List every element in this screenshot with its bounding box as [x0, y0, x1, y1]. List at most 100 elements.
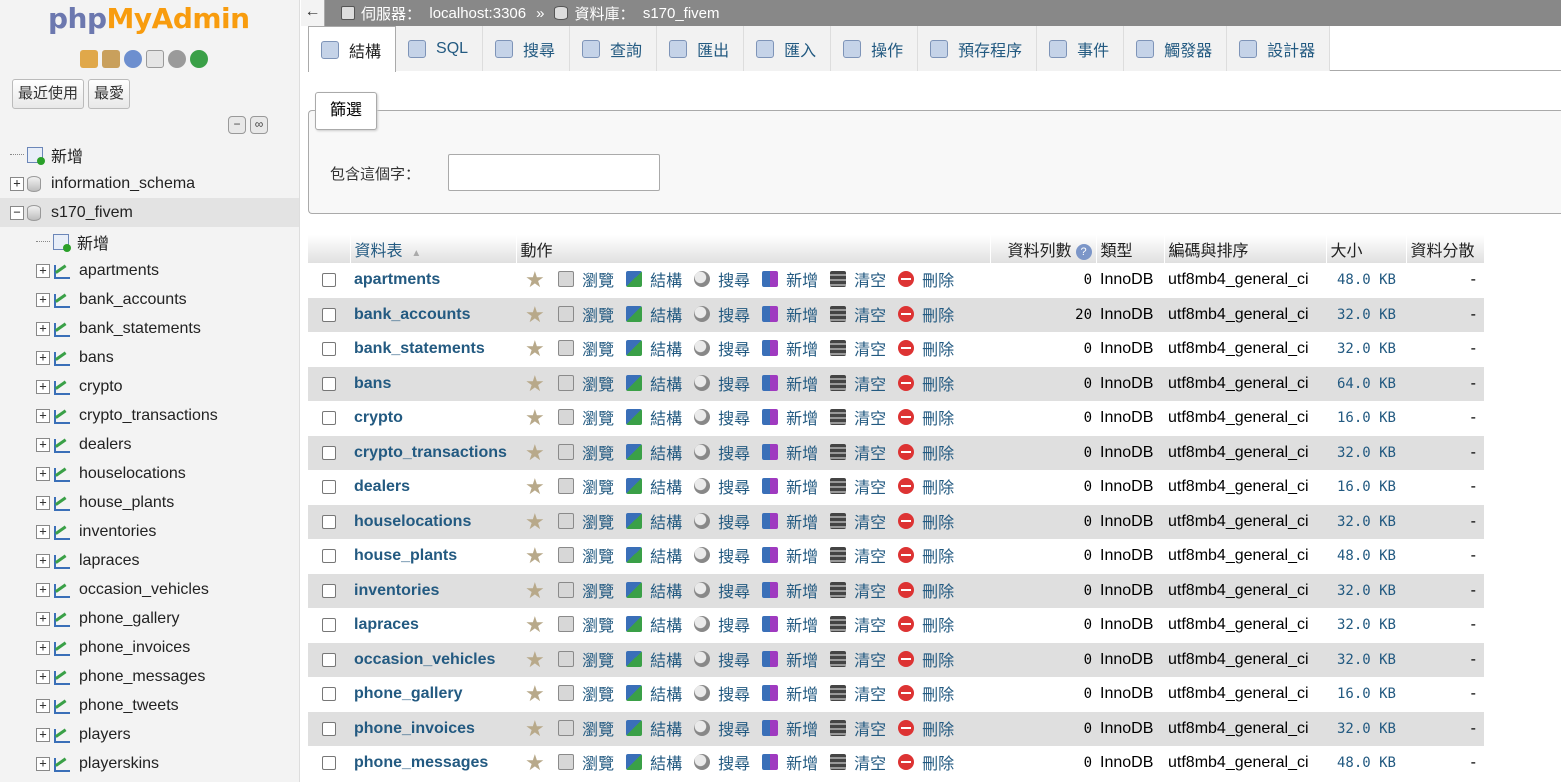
- favorite-star-icon[interactable]: ★: [525, 302, 545, 327]
- favorite-star-icon[interactable]: ★: [525, 612, 545, 637]
- table-size[interactable]: 32.0 KB: [1326, 573, 1406, 608]
- action-empty[interactable]: 清空: [830, 302, 886, 326]
- tree-item-table[interactable]: + occasion_vehicles: [0, 575, 299, 604]
- tree-item-table[interactable]: + dealers: [0, 430, 299, 459]
- filter-input[interactable]: [448, 154, 660, 191]
- favorite-star-icon[interactable]: ★: [525, 405, 545, 430]
- action-empty[interactable]: 清空: [830, 681, 886, 705]
- tree-item-table[interactable]: + apartments: [0, 256, 299, 285]
- row-checkbox[interactable]: [322, 342, 336, 357]
- favorite-star-icon[interactable]: ★: [525, 509, 545, 534]
- action-empty[interactable]: 清空: [830, 474, 886, 498]
- table-name-link[interactable]: houselocations: [354, 513, 471, 530]
- table-size[interactable]: 16.0 KB: [1326, 470, 1406, 505]
- expand-icon[interactable]: +: [36, 524, 50, 539]
- tree-item-table[interactable]: + phone_gallery: [0, 604, 299, 633]
- tree-item-new-database[interactable]: 新增: [0, 140, 299, 169]
- action-insert[interactable]: 新增: [762, 647, 818, 671]
- favorite-star-icon[interactable]: ★: [525, 647, 545, 672]
- action-drop[interactable]: 刪除: [898, 716, 954, 740]
- action-insert[interactable]: 新增: [762, 474, 818, 498]
- favorite-star-icon[interactable]: ★: [525, 681, 545, 706]
- link-with-main-icon[interactable]: ∞: [250, 116, 268, 134]
- collapse-all-icon[interactable]: −: [228, 116, 246, 134]
- table-size[interactable]: 64.0 KB: [1326, 366, 1406, 401]
- table-name-link[interactable]: lapraces: [354, 616, 419, 633]
- action-insert[interactable]: 新增: [762, 336, 818, 360]
- action-browse[interactable]: 瀏覽: [558, 578, 614, 602]
- action-structure[interactable]: 結構: [626, 336, 682, 360]
- favorite-tables-button[interactable]: 最愛: [88, 79, 131, 109]
- expand-icon[interactable]: +: [36, 756, 50, 771]
- action-browse[interactable]: 瀏覽: [558, 509, 614, 533]
- expand-icon[interactable]: +: [36, 321, 50, 336]
- favorite-star-icon[interactable]: ★: [525, 267, 545, 292]
- action-drop[interactable]: 刪除: [898, 543, 954, 567]
- expand-icon[interactable]: +: [36, 437, 50, 452]
- action-structure[interactable]: 結構: [626, 750, 682, 774]
- expand-icon[interactable]: +: [36, 727, 50, 742]
- table-name-link[interactable]: bans: [354, 375, 391, 392]
- favorite-star-icon[interactable]: ★: [525, 474, 545, 499]
- table-size[interactable]: 32.0 KB: [1326, 435, 1406, 470]
- action-insert[interactable]: 新增: [762, 681, 818, 705]
- expand-icon[interactable]: +: [36, 408, 50, 423]
- expand-icon[interactable]: +: [36, 698, 50, 713]
- action-search[interactable]: 搜尋: [694, 405, 750, 429]
- action-search[interactable]: 搜尋: [694, 716, 750, 740]
- row-checkbox[interactable]: [322, 549, 336, 564]
- row-checkbox[interactable]: [322, 652, 336, 667]
- action-drop[interactable]: 刪除: [898, 267, 954, 291]
- tree-item-table[interactable]: + phone_tweets: [0, 691, 299, 720]
- row-checkbox[interactable]: [322, 445, 336, 460]
- expand-icon[interactable]: +: [36, 640, 50, 655]
- action-browse[interactable]: 瀏覽: [558, 405, 614, 429]
- action-empty[interactable]: 清空: [830, 647, 886, 671]
- table-size[interactable]: 32.0 KB: [1326, 332, 1406, 367]
- action-structure[interactable]: 結構: [626, 578, 682, 602]
- action-drop[interactable]: 刪除: [898, 681, 954, 705]
- action-browse[interactable]: 瀏覽: [558, 612, 614, 636]
- breadcrumb-server[interactable]: 伺服器： localhost:3306: [341, 3, 526, 24]
- tree-item-table[interactable]: + playerskins: [0, 749, 299, 778]
- favorite-star-icon[interactable]: ★: [525, 716, 545, 741]
- help-icon[interactable]: ?: [1075, 243, 1092, 260]
- tab-designer[interactable]: 設計器: [1227, 26, 1331, 71]
- action-search[interactable]: 搜尋: [694, 681, 750, 705]
- header-type[interactable]: 類型: [1096, 235, 1165, 263]
- help-icon[interactable]: [124, 50, 142, 68]
- expand-icon[interactable]: +: [36, 350, 50, 365]
- table-size[interactable]: 32.0 KB: [1326, 642, 1406, 677]
- header-overhead[interactable]: 資料分散: [1406, 235, 1485, 263]
- row-checkbox[interactable]: [322, 307, 336, 322]
- action-browse[interactable]: 瀏覽: [558, 302, 614, 326]
- action-browse[interactable]: 瀏覽: [558, 647, 614, 671]
- table-size[interactable]: 32.0 KB: [1326, 711, 1406, 746]
- action-insert[interactable]: 新增: [762, 302, 818, 326]
- tab-sql[interactable]: SQL: [396, 26, 484, 71]
- action-empty[interactable]: 清空: [830, 750, 886, 774]
- action-browse[interactable]: 瀏覽: [558, 267, 614, 291]
- table-size[interactable]: 48.0 KB: [1326, 539, 1406, 574]
- action-structure[interactable]: 結構: [626, 474, 682, 498]
- action-browse[interactable]: 瀏覽: [558, 371, 614, 395]
- row-checkbox[interactable]: [322, 618, 336, 633]
- back-arrow-icon[interactable]: ←: [301, 0, 325, 26]
- action-structure[interactable]: 結構: [626, 647, 682, 671]
- tab-triggers[interactable]: 觸發器: [1124, 26, 1228, 71]
- table-size[interactable]: 16.0 KB: [1326, 401, 1406, 436]
- action-drop[interactable]: 刪除: [898, 578, 954, 602]
- action-structure[interactable]: 結構: [626, 543, 682, 567]
- action-browse[interactable]: 瀏覽: [558, 681, 614, 705]
- action-browse[interactable]: 瀏覽: [558, 474, 614, 498]
- tree-item-table[interactable]: + bans: [0, 343, 299, 372]
- action-empty[interactable]: 清空: [830, 716, 886, 740]
- tab-export[interactable]: 匯出: [657, 26, 745, 71]
- table-size[interactable]: 16.0 KB: [1326, 677, 1406, 712]
- action-search[interactable]: 搜尋: [694, 440, 750, 464]
- action-structure[interactable]: 結構: [626, 681, 682, 705]
- tab-structure[interactable]: 結構: [308, 26, 397, 72]
- action-drop[interactable]: 刪除: [898, 405, 954, 429]
- row-checkbox[interactable]: [322, 687, 336, 702]
- favorite-star-icon[interactable]: ★: [525, 543, 545, 568]
